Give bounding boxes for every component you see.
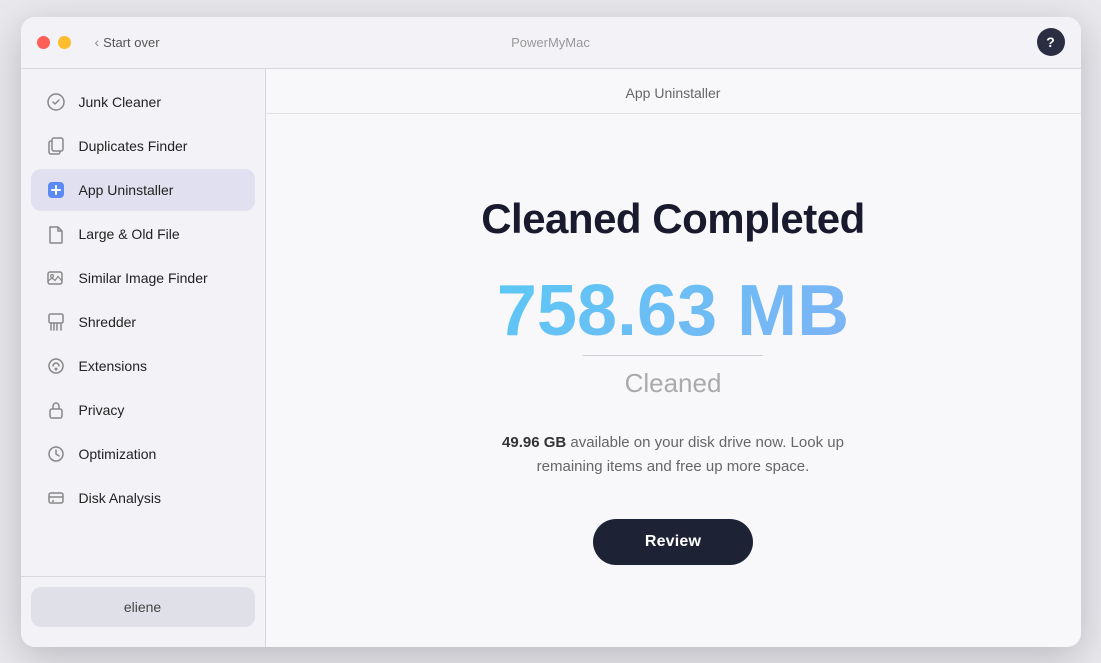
optimization-label: Optimization [79, 446, 157, 462]
cleaned-label: Cleaned [625, 368, 722, 399]
traffic-lights [37, 36, 71, 49]
sidebar: Junk Cleaner Duplicates Finder [21, 69, 266, 647]
optimization-icon [45, 443, 67, 465]
sidebar-item-disk-analysis[interactable]: Disk Analysis [31, 477, 255, 519]
large-old-file-label: Large & Old File [79, 226, 180, 242]
title-bar: PowerMyMac ‹ Start over ? [21, 17, 1081, 69]
available-info: 49.96 GB available on your disk drive no… [493, 431, 853, 479]
help-icon: ? [1046, 34, 1055, 50]
sidebar-item-shredder[interactable]: Shredder [31, 301, 255, 343]
review-button[interactable]: Review [593, 519, 753, 565]
chevron-left-icon: ‹ [95, 34, 100, 50]
junk-cleaner-label: Junk Cleaner [79, 94, 162, 110]
content-title: App Uninstaller [626, 85, 721, 101]
similar-image-finder-label: Similar Image Finder [79, 270, 208, 286]
duplicates-finder-label: Duplicates Finder [79, 138, 188, 154]
content-area: App Uninstaller Cleaned Completed 758.63… [266, 69, 1081, 647]
available-text: available on your disk drive now. Look u… [537, 434, 844, 475]
sidebar-nav: Junk Cleaner Duplicates Finder [21, 81, 265, 572]
sidebar-item-duplicates-finder[interactable]: Duplicates Finder [31, 125, 255, 167]
sidebar-item-junk-cleaner[interactable]: Junk Cleaner [31, 81, 255, 123]
shredder-icon [45, 311, 67, 333]
main-layout: Junk Cleaner Duplicates Finder [21, 69, 1081, 647]
username-label: eliene [124, 599, 161, 615]
app-uninstaller-icon [45, 179, 67, 201]
extensions-label: Extensions [79, 358, 147, 374]
sidebar-item-optimization[interactable]: Optimization [31, 433, 255, 475]
sidebar-item-large-old-file[interactable]: Large & Old File [31, 213, 255, 255]
junk-cleaner-icon [45, 91, 67, 113]
minimize-button[interactable] [58, 36, 71, 49]
similar-image-finder-icon [45, 267, 67, 289]
sidebar-item-app-uninstaller[interactable]: App Uninstaller [31, 169, 255, 211]
extensions-icon [45, 355, 67, 377]
sidebar-item-similar-image-finder[interactable]: Similar Image Finder [31, 257, 255, 299]
help-button[interactable]: ? [1037, 28, 1065, 56]
start-over-label: Start over [103, 35, 159, 50]
title-bar-right: ? [1037, 28, 1065, 56]
sidebar-item-privacy[interactable]: Privacy [31, 389, 255, 431]
cleaned-completed-title: Cleaned Completed [481, 195, 865, 243]
close-button[interactable] [37, 36, 50, 49]
app-name-label: PowerMyMac [511, 35, 590, 50]
app-uninstaller-label: App Uninstaller [79, 182, 174, 198]
shredder-label: Shredder [79, 314, 137, 330]
disk-analysis-label: Disk Analysis [79, 490, 161, 506]
content-body: Cleaned Completed 758.63 MB Cleaned 49.9… [266, 114, 1081, 647]
available-gb: 49.96 GB [502, 434, 566, 451]
sidebar-footer: eliene [21, 576, 265, 635]
start-over-button[interactable]: ‹ Start over [95, 34, 160, 50]
divider [583, 355, 763, 356]
content-header: App Uninstaller [266, 69, 1081, 114]
size-value: 758.63 MB [497, 275, 849, 347]
user-badge: eliene [31, 587, 255, 627]
disk-analysis-icon [45, 487, 67, 509]
app-window: PowerMyMac ‹ Start over ? [21, 17, 1081, 647]
privacy-label: Privacy [79, 402, 125, 418]
duplicates-finder-icon [45, 135, 67, 157]
sidebar-item-extensions[interactable]: Extensions [31, 345, 255, 387]
privacy-icon [45, 399, 67, 421]
large-old-file-icon [45, 223, 67, 245]
